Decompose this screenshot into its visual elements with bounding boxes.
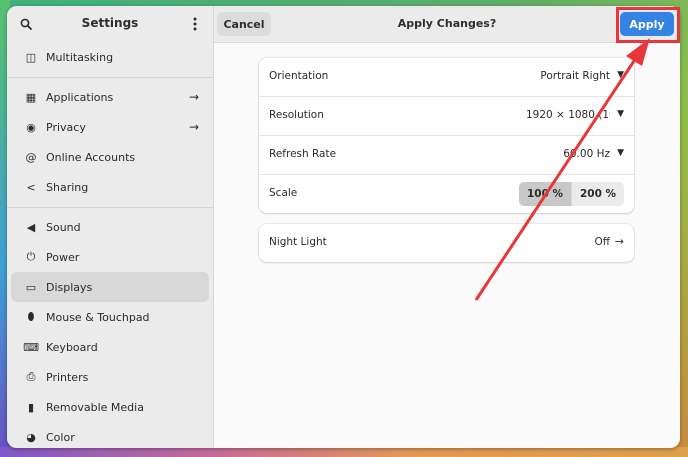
annotation-arrow [474,38,650,301]
